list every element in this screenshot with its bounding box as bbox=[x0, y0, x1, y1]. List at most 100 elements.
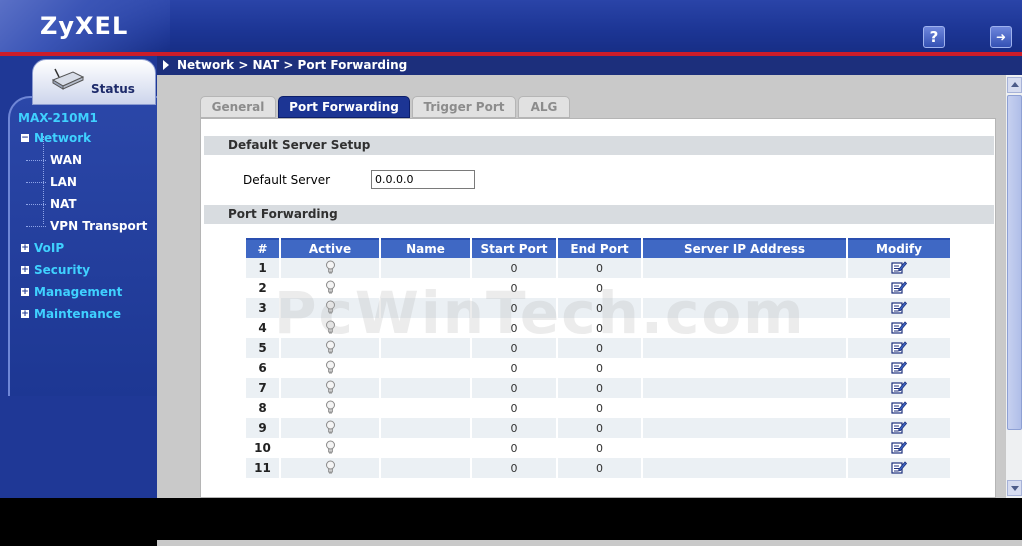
end-port-cell: 0 bbox=[558, 398, 641, 418]
tab-general[interactable]: General bbox=[200, 96, 276, 118]
edit-icon bbox=[891, 380, 907, 394]
modify-cell[interactable] bbox=[848, 398, 950, 418]
active-cell[interactable] bbox=[281, 378, 379, 398]
name-cell bbox=[381, 258, 470, 278]
col-active: Active bbox=[281, 238, 379, 258]
collapse-icon[interactable]: − bbox=[21, 134, 29, 143]
breadcrumb: Network > NAT > Port Forwarding bbox=[177, 58, 408, 72]
sidebar-item-maintenance[interactable]: + Maintenance bbox=[18, 303, 157, 325]
table-row: 10 0 0 bbox=[246, 438, 950, 458]
end-port-cell: 0 bbox=[558, 358, 641, 378]
bulb-icon bbox=[325, 460, 335, 473]
row-number: 11 bbox=[246, 458, 279, 478]
scroll-down-button[interactable] bbox=[1007, 480, 1022, 496]
modify-cell[interactable] bbox=[848, 298, 950, 318]
edit-icon bbox=[891, 260, 907, 274]
end-port-cell: 0 bbox=[558, 418, 641, 438]
router-icon bbox=[51, 68, 85, 90]
logout-icon[interactable]: ➜ bbox=[990, 26, 1012, 48]
active-cell[interactable] bbox=[281, 258, 379, 278]
edit-icon bbox=[891, 320, 907, 334]
name-cell bbox=[381, 378, 470, 398]
server-ip-cell bbox=[643, 398, 846, 418]
settings-panel: Default Server Setup Default Server Port… bbox=[200, 118, 996, 498]
modify-cell[interactable] bbox=[848, 378, 950, 398]
edit-icon bbox=[891, 420, 907, 434]
tab-alg[interactable]: ALG bbox=[518, 96, 570, 118]
breadcrumb-bar: Network > NAT > Port Forwarding bbox=[157, 56, 1022, 75]
sidebar: Status MAX-210M1 − Network WAN LAN NAT V… bbox=[0, 56, 157, 498]
table-header-row: # Active Name Start Port End Port Server… bbox=[246, 238, 950, 258]
modify-cell[interactable] bbox=[848, 338, 950, 358]
tab-port-forwarding[interactable]: Port Forwarding bbox=[278, 96, 410, 118]
sidebar-item-wan[interactable]: WAN bbox=[18, 149, 157, 171]
table-row: 7 00 bbox=[246, 378, 950, 398]
server-ip-cell bbox=[643, 378, 846, 398]
start-port-cell: 0 bbox=[472, 358, 556, 378]
sidebar-item-security[interactable]: + Security bbox=[18, 259, 157, 281]
row-number: 1 bbox=[246, 258, 279, 278]
row-number: 6 bbox=[246, 358, 279, 378]
sidebar-item-voip[interactable]: + VoIP bbox=[18, 237, 157, 259]
default-server-input[interactable] bbox=[371, 170, 475, 189]
start-port-cell: 0 bbox=[472, 438, 556, 458]
modify-cell[interactable] bbox=[848, 278, 950, 298]
col-number: # bbox=[246, 238, 279, 258]
edit-icon bbox=[891, 400, 907, 414]
start-port-cell: 0 bbox=[472, 418, 556, 438]
table-row: 9 00 bbox=[246, 418, 950, 438]
modify-cell[interactable] bbox=[848, 458, 950, 478]
bulb-icon bbox=[325, 400, 335, 413]
end-port-cell: 0 bbox=[558, 438, 641, 458]
col-name: Name bbox=[381, 238, 470, 258]
scroll-up-button[interactable] bbox=[1007, 77, 1022, 93]
modify-cell[interactable] bbox=[848, 418, 950, 438]
row-number: 7 bbox=[246, 378, 279, 398]
start-port-cell: 0 bbox=[472, 398, 556, 418]
sidebar-item-lan[interactable]: LAN bbox=[18, 171, 157, 193]
expand-icon[interactable]: + bbox=[21, 266, 29, 275]
sidebar-item-vpn-transport[interactable]: VPN Transport bbox=[18, 215, 157, 237]
edit-icon bbox=[891, 280, 907, 294]
arrow-up-icon bbox=[1011, 82, 1019, 87]
sidebar-item-nat[interactable]: NAT bbox=[18, 193, 157, 215]
col-modify: Modify bbox=[848, 238, 950, 258]
modify-cell[interactable] bbox=[848, 258, 950, 278]
modify-cell[interactable] bbox=[848, 358, 950, 378]
col-server-ip: Server IP Address bbox=[643, 238, 846, 258]
active-cell[interactable] bbox=[281, 398, 379, 418]
row-number: 8 bbox=[246, 398, 279, 418]
edit-icon bbox=[891, 460, 907, 474]
zyxel-logo: ZyXEL bbox=[40, 12, 129, 40]
active-cell[interactable] bbox=[281, 358, 379, 378]
name-cell bbox=[381, 418, 470, 438]
sidebar-item-management[interactable]: + Management bbox=[18, 281, 157, 303]
nav-tree: MAX-210M1 − Network WAN LAN NAT VPN Tran… bbox=[18, 111, 157, 325]
status-tab[interactable]: Status bbox=[32, 59, 156, 105]
end-port-cell: 0 bbox=[558, 378, 641, 398]
start-port-cell: 0 bbox=[472, 378, 556, 398]
expand-icon[interactable]: + bbox=[21, 244, 29, 253]
port-forwarding-table: # Active Name Start Port End Port Server… bbox=[244, 238, 952, 478]
server-ip-cell bbox=[643, 458, 846, 478]
table-row: 1 00 bbox=[246, 258, 950, 278]
scroll-thumb[interactable] bbox=[1007, 95, 1022, 430]
end-port-cell: 0 bbox=[558, 258, 641, 278]
bulb-icon bbox=[325, 420, 335, 433]
device-model: MAX-210M1 bbox=[18, 111, 98, 125]
expand-icon[interactable]: + bbox=[21, 288, 29, 297]
default-server-heading: Default Server Setup bbox=[204, 136, 994, 155]
help-icon[interactable]: ? bbox=[923, 26, 945, 48]
name-cell bbox=[381, 438, 470, 458]
table-row: 6 00 bbox=[246, 358, 950, 378]
tab-trigger-port[interactable]: Trigger Port bbox=[412, 96, 516, 118]
modify-cell[interactable] bbox=[848, 438, 950, 458]
name-cell bbox=[381, 458, 470, 478]
modify-cell[interactable] bbox=[848, 318, 950, 338]
vertical-scrollbar[interactable] bbox=[1005, 75, 1022, 498]
sidebar-item-network[interactable]: − Network bbox=[18, 127, 157, 149]
active-cell[interactable] bbox=[281, 458, 379, 478]
active-cell[interactable] bbox=[281, 438, 379, 458]
expand-icon[interactable]: + bbox=[21, 310, 29, 319]
active-cell[interactable] bbox=[281, 418, 379, 438]
